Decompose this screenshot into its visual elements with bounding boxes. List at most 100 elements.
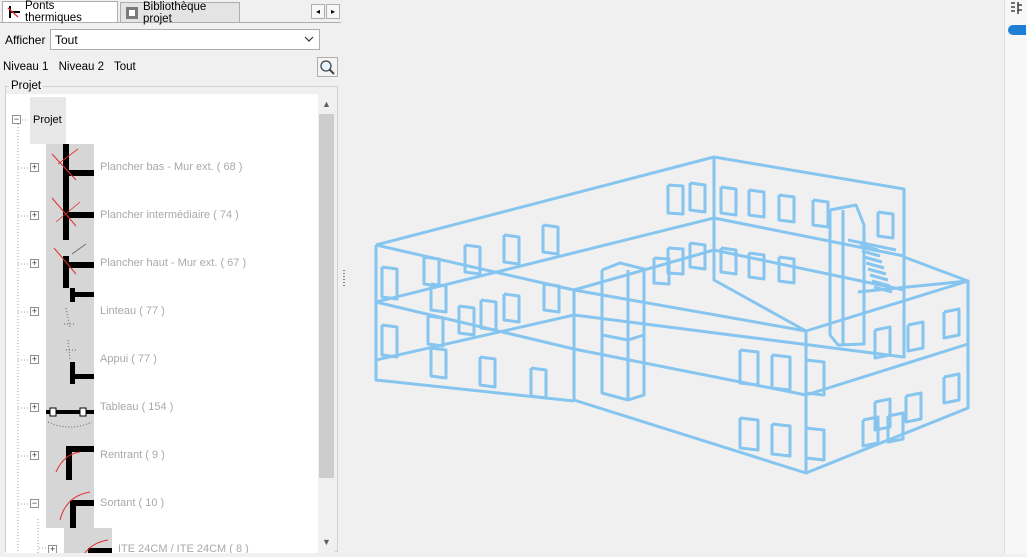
tree-item[interactable]: + Plancher bas - Mur ext. ( 68 ) (6, 144, 318, 192)
tree-item[interactable]: + Linteau ( 77 ) (6, 288, 318, 336)
stair-line (867, 267, 887, 276)
wireframe-edge (712, 157, 807, 333)
stair-line (863, 255, 883, 264)
wireframe-window (770, 353, 792, 392)
scroll-down-icon[interactable]: ▼ (318, 534, 335, 551)
wireframe-window (906, 320, 925, 353)
tab-ponts-thermiques[interactable]: Ponts thermiques (2, 0, 118, 24)
tree-item-label: Rentrant ( 9 ) (100, 449, 165, 461)
tree-expand-toggle[interactable]: + (30, 307, 39, 316)
wireframe-window (942, 307, 961, 340)
tree-item-label: Linteau ( 77 ) (100, 305, 165, 317)
wireframe-window (478, 355, 497, 389)
tree-child-item[interactable]: + ITE 24CM / ITE 24CM ( 8 ) (6, 528, 318, 553)
tree-scrollbar[interactable]: ▲ ▼ (318, 94, 335, 553)
chevron-right-icon: ▸ (330, 7, 335, 16)
tree-item[interactable]: + Rentrant ( 9 ) (6, 432, 318, 480)
scroll-up-icon[interactable]: ▲ (318, 96, 335, 113)
filter-label: Afficher (5, 33, 46, 47)
lintel-icon (46, 288, 94, 336)
wireframe-window (719, 185, 738, 217)
wireframe-window (777, 255, 796, 285)
wireframe-window (904, 391, 923, 424)
tab-label: Bibliothèque projet (143, 0, 207, 25)
tree-item-label: Plancher bas - Mur ext. ( 68 ) (100, 161, 243, 173)
panel-toggle-icon[interactable] (1009, 1, 1023, 15)
wireframe-edge (374, 360, 575, 403)
thermal-bridge-tree[interactable]: − Projet + Plancher bas - Mur ext. ( 68 )… (6, 94, 318, 553)
wireframe-window (457, 304, 476, 337)
tree-expand-toggle[interactable]: + (30, 259, 39, 268)
thermal-bridge-icon (7, 5, 21, 19)
tree-item-label: Plancher intermédiaire ( 74 ) (100, 209, 239, 221)
filter-select[interactable]: Tout (50, 29, 320, 50)
tree-item[interactable]: + Appui ( 77 ) (6, 336, 318, 384)
magnifier-icon (318, 60, 337, 79)
tree-expand-toggle[interactable]: − (30, 499, 39, 508)
building-wireframe (374, 155, 970, 475)
3d-viewport[interactable] (348, 0, 1004, 554)
tree-expand-toggle[interactable]: + (30, 211, 39, 220)
tree-child-label: ITE 24CM / ITE 24CM ( 8 ) (118, 543, 249, 553)
level-link-1[interactable]: Niveau 1 (3, 61, 48, 73)
wireframe-window (738, 416, 760, 452)
tree-item[interactable]: − Sortant ( 10 ) (6, 480, 318, 528)
wireframe-window (502, 292, 521, 324)
wireframe-window (529, 366, 548, 400)
wireframe-window (541, 223, 560, 256)
tab-scroll-right-button[interactable]: ▸ (326, 4, 340, 19)
tree-collapse-toggle[interactable]: − (12, 115, 21, 124)
level-link-all[interactable]: Tout (114, 61, 136, 73)
tree-expand-toggle[interactable]: + (48, 545, 57, 553)
left-panel: Ponts thermiques Bibliothèque projet ◂ ▸… (0, 0, 341, 554)
project-group-label: Projet (9, 80, 44, 92)
wireframe-window (747, 188, 766, 219)
jamb-icon (46, 384, 94, 432)
level-links: Niveau 1 Niveau 2 Tout (3, 61, 143, 73)
tree-item-label: Tableau ( 154 ) (100, 401, 174, 413)
wireframe-window (426, 314, 445, 348)
scrollbar-thumb[interactable] (319, 114, 334, 478)
tab-bibliotheque-projet[interactable]: Bibliothèque projet (120, 0, 240, 25)
wireframe-window (942, 372, 961, 405)
wireframe-window (688, 181, 707, 214)
sill-icon (46, 336, 94, 384)
level-link-2[interactable]: Niveau 2 (59, 61, 104, 73)
tree-expand-toggle[interactable]: + (30, 403, 39, 412)
intermediate-floor-icon (46, 192, 94, 240)
wireframe-window (876, 210, 895, 240)
wireframe-window (811, 198, 830, 229)
wireframe-window (429, 346, 448, 380)
tab-bar: Ponts thermiques Bibliothèque projet ◂ ▸ (0, 0, 341, 25)
tree-item[interactable]: + Plancher haut - Mur ext. ( 67 ) (6, 240, 318, 288)
wireframe-window (666, 183, 685, 216)
wireframe-edge (374, 155, 906, 362)
tree-item[interactable]: + Plancher intermédiaire ( 74 ) (6, 192, 318, 240)
tree-root-label: Projet (33, 114, 62, 126)
tree-expand-toggle[interactable]: + (30, 355, 39, 364)
wireframe-window (770, 422, 792, 458)
tab-scroll-left-button[interactable]: ◂ (311, 4, 325, 19)
tree-item[interactable]: + Tableau ( 154 ) (6, 384, 318, 432)
wireframe-window (777, 193, 796, 224)
tree-item-label: Plancher haut - Mur ext. ( 67 ) (100, 257, 247, 269)
outer-corner-icon (46, 480, 94, 528)
tree-item-label: Appui ( 77 ) (100, 353, 157, 365)
wireframe-window (479, 298, 498, 332)
floor-wall-junction-icon (46, 144, 94, 192)
wireframe-edge (601, 333, 645, 342)
wireframe-edge (600, 261, 646, 402)
tree-expand-toggle[interactable]: + (30, 163, 39, 172)
wireframe-window (422, 255, 441, 288)
dock-tab-marker[interactable] (1008, 25, 1026, 35)
wireframe-window (380, 323, 399, 359)
library-icon (125, 6, 139, 20)
wireframe-window (542, 282, 561, 314)
inner-corner-icon (46, 432, 94, 480)
search-button[interactable] (317, 57, 338, 77)
wireframe-window (738, 348, 760, 387)
chevron-down-icon (302, 32, 316, 47)
wireframe-edge (375, 216, 905, 304)
tree-expand-toggle[interactable]: + (30, 451, 39, 460)
wireframe-window (380, 265, 399, 301)
